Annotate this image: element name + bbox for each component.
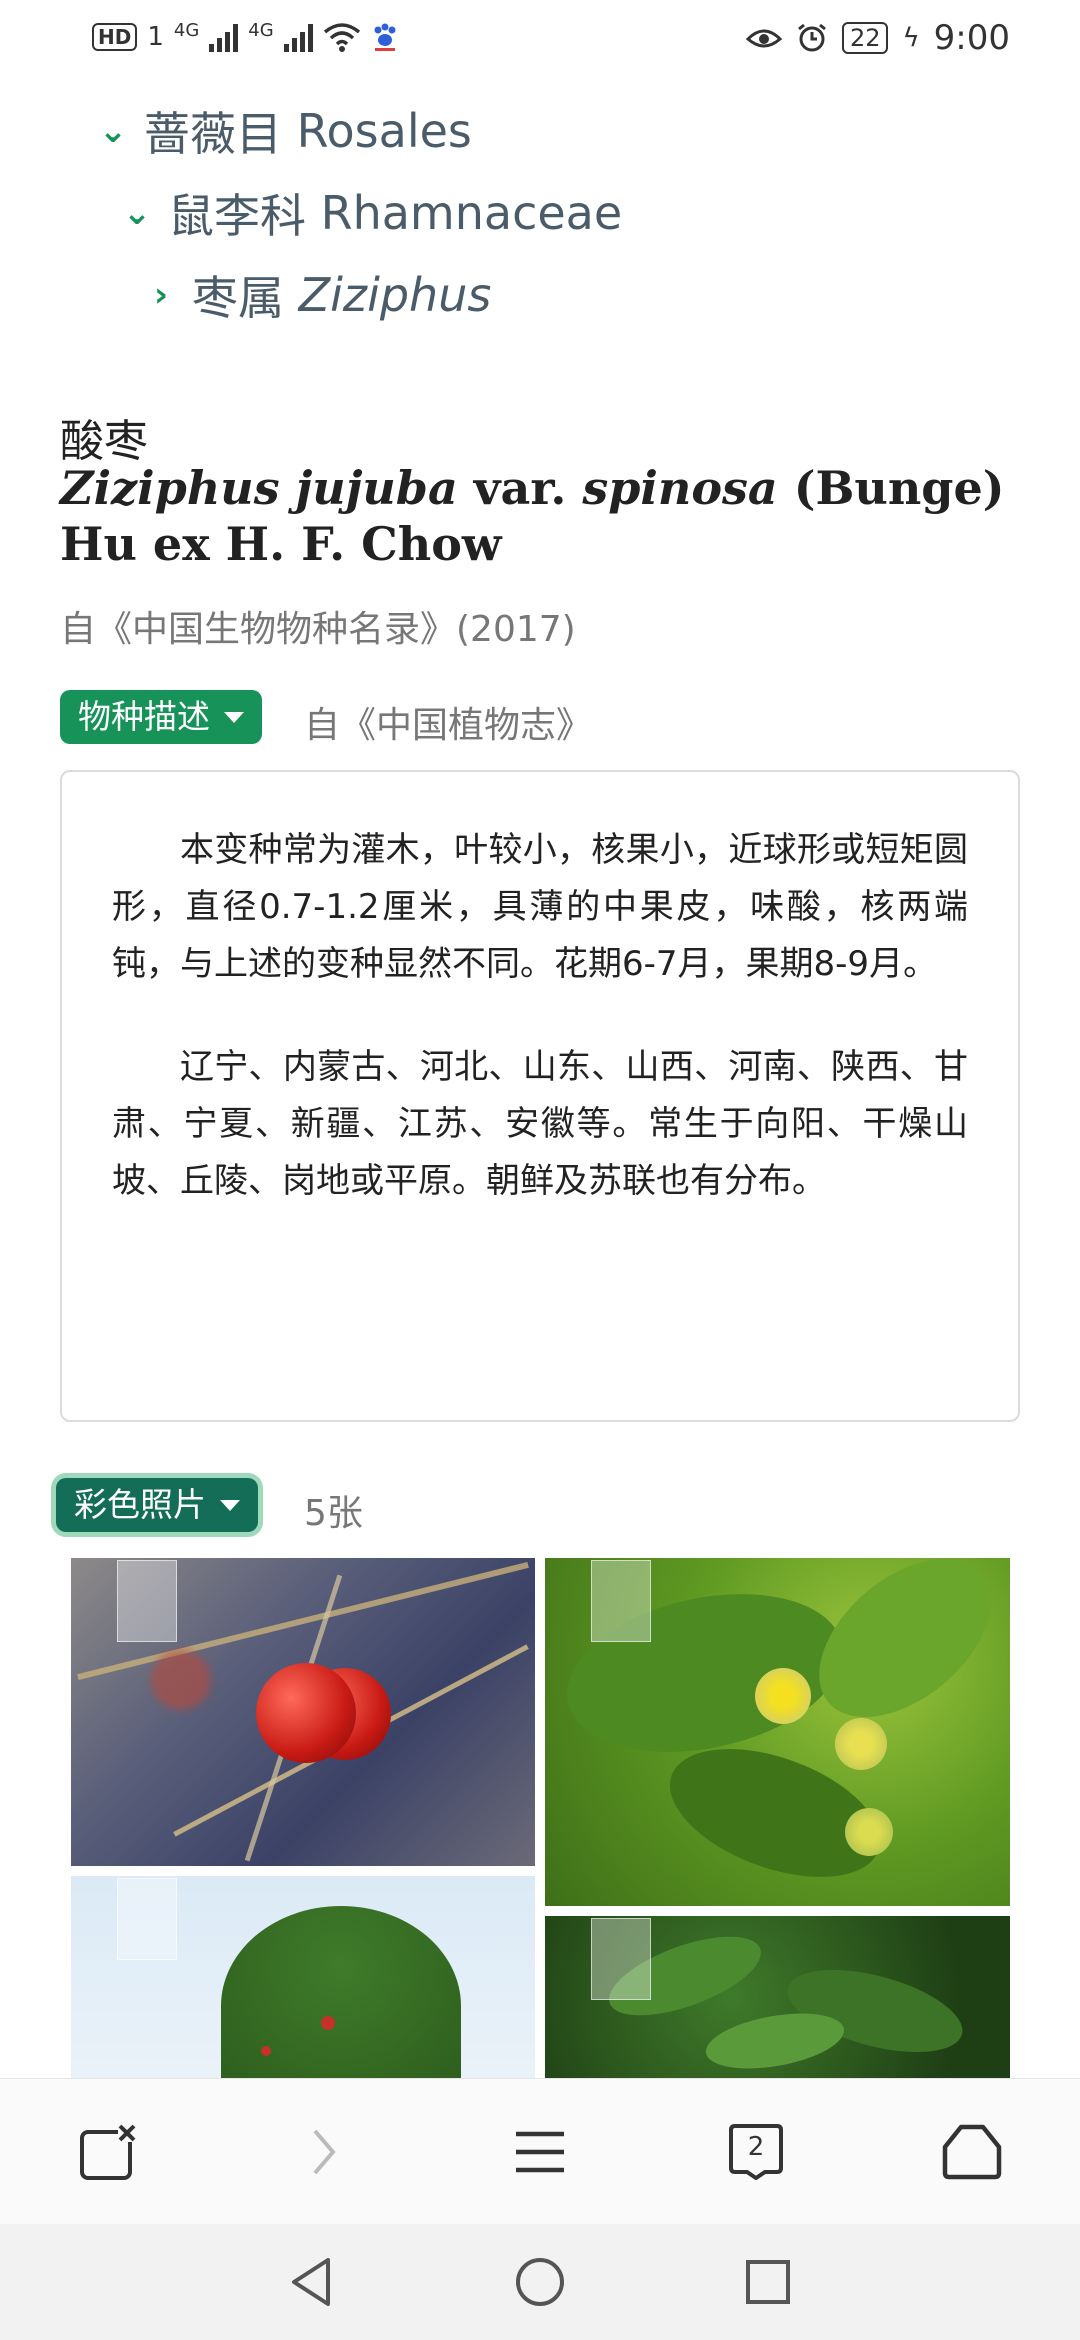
species-scientific-name: Ziziphus jujuba var. spinosa (Bunge) Hu … bbox=[60, 460, 1020, 572]
status-right: 22 ϟ 9:00 bbox=[745, 18, 1010, 58]
tree-item-latin: Rosales bbox=[296, 104, 472, 158]
green-foliage-photo[interactable] bbox=[545, 1916, 1010, 2078]
status-left: HD 1 4G 4G bbox=[92, 19, 399, 52]
chevron-down-icon: ⌄ bbox=[122, 193, 152, 233]
forward-icon bbox=[313, 2129, 336, 2175]
charging-icon: ϟ bbox=[902, 23, 920, 53]
rank-label: var. bbox=[473, 461, 567, 515]
recents-icon bbox=[746, 2260, 790, 2304]
shrub-against-sky-photo[interactable] bbox=[71, 1876, 535, 2078]
description-source: 自《中国植物志》 bbox=[304, 705, 593, 746]
network-type-1: 4G bbox=[173, 19, 200, 41]
caret-down-icon bbox=[224, 711, 244, 723]
tree-item-cn: 枣属 bbox=[192, 271, 284, 325]
photo-count: 5张 bbox=[304, 1493, 363, 1534]
caret-down-icon bbox=[220, 1499, 240, 1511]
tabs-button[interactable]: 2 bbox=[696, 2079, 816, 2225]
tree-item-order[interactable]: ⌄ 蔷薇目 Rosales bbox=[96, 98, 472, 164]
watermark-logo bbox=[591, 1560, 651, 1642]
tree-item-cn: 蔷薇目 bbox=[144, 107, 282, 161]
tree-item-latin: Ziziphus bbox=[298, 268, 492, 322]
network-type-2: 4G bbox=[248, 19, 274, 41]
genus-name: Ziziphus bbox=[60, 461, 280, 515]
hd-icon: HD bbox=[92, 23, 138, 51]
menu-icon bbox=[516, 2131, 564, 2173]
tab-count: 2 bbox=[747, 2132, 765, 2162]
back-icon bbox=[292, 2258, 330, 2306]
watermark-logo bbox=[117, 1560, 177, 1642]
alarm-icon bbox=[798, 23, 826, 52]
forward-button[interactable] bbox=[264, 2079, 384, 2225]
home-circle-button[interactable] bbox=[480, 2224, 600, 2340]
signal-icon-1 bbox=[209, 22, 239, 52]
chevron-down-icon: ⌄ bbox=[98, 111, 128, 151]
description-button-label: 物种描述 bbox=[78, 697, 210, 736]
signal-icon-2 bbox=[283, 22, 313, 52]
close-tab-icon bbox=[80, 2124, 138, 2180]
wifi-icon bbox=[323, 23, 360, 52]
back-button[interactable] bbox=[250, 2224, 370, 2340]
watermark-logo bbox=[117, 1878, 177, 1960]
photos-dropdown-button[interactable]: 彩色照片 bbox=[56, 1478, 258, 1532]
red-jujube-fruit-photo[interactable] bbox=[71, 1558, 535, 1866]
clock-time: 9:00 bbox=[933, 18, 1010, 58]
baidu-paw-icon bbox=[374, 23, 396, 51]
close-tab-button[interactable] bbox=[48, 2079, 168, 2225]
tabs-icon: 2 bbox=[729, 2124, 783, 2180]
status-bar: HD 1 4G 4G 22 ϟ 9:00 bbox=[0, 0, 1080, 84]
description-paragraph: 本变种常为灌木，叶较小，核果小，近球形或短矩圆形，直径0.7-1.2厘米，具薄的… bbox=[112, 830, 968, 984]
recents-button[interactable] bbox=[708, 2224, 828, 2340]
description-dropdown-button[interactable]: 物种描述 bbox=[60, 690, 262, 744]
yellow-flower-photo[interactable] bbox=[545, 1558, 1010, 1906]
tree-item-family[interactable]: ⌄ 鼠李科 Rhamnaceae bbox=[120, 180, 622, 246]
name-source: 自《中国生物物种名录》(2017) bbox=[60, 609, 576, 650]
variety-epithet: spinosa bbox=[582, 461, 778, 515]
description-paragraph: 辽宁、内蒙古、河北、山东、山西、河南、陕西、甘肃、宁夏、新疆、江苏、安徽等。常生… bbox=[112, 1047, 968, 1201]
eye-comfort-icon bbox=[745, 29, 782, 48]
watermark-logo bbox=[591, 1918, 651, 2000]
tree-item-cn: 鼠李科 bbox=[168, 189, 306, 243]
browser-toolbar: 2 bbox=[0, 2078, 1080, 2225]
tree-item-genus[interactable]: › 枣属 Ziziphus bbox=[144, 262, 491, 328]
menu-button[interactable] bbox=[480, 2079, 600, 2225]
home-circle-icon bbox=[516, 2258, 564, 2306]
tree-item-latin: Rhamnaceae bbox=[320, 186, 623, 240]
battery-icon: 22 bbox=[841, 22, 889, 54]
home-button[interactable] bbox=[912, 2079, 1032, 2225]
home-icon bbox=[942, 2124, 1002, 2180]
species-epithet: jujuba bbox=[295, 461, 458, 515]
system-nav-bar bbox=[0, 2224, 1080, 2340]
chevron-right-icon: › bbox=[153, 275, 168, 315]
sim-index: 1 bbox=[147, 22, 164, 52]
description-box: 本变种常为灌木，叶较小，核果小，近球形或短矩圆形，直径0.7-1.2厘米，具薄的… bbox=[60, 770, 1020, 1422]
photos-button-label: 彩色照片 bbox=[74, 1485, 206, 1524]
